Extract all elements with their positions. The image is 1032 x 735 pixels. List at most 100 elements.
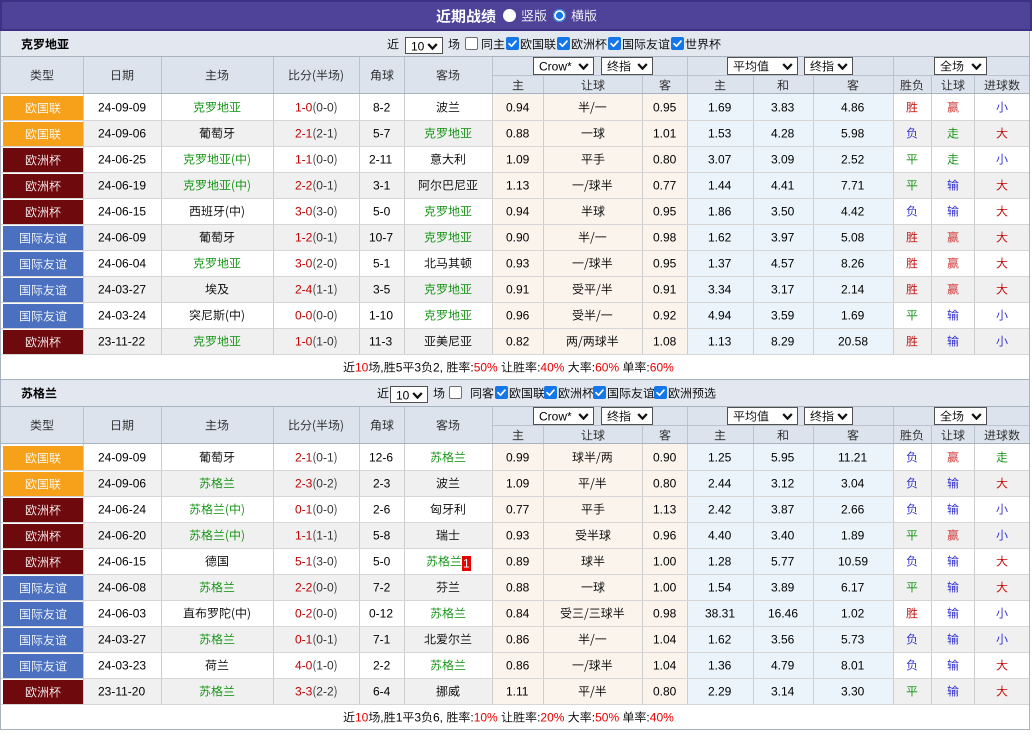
svg-text:0.88: 0.88 bbox=[506, 580, 530, 594]
svg-text:24-06-24: 24-06-24 bbox=[98, 502, 146, 516]
svg-text:6.17: 6.17 bbox=[841, 580, 865, 594]
svg-text:3.59: 3.59 bbox=[771, 308, 795, 322]
svg-text:5.08: 5.08 bbox=[841, 230, 865, 244]
svg-text:0.98: 0.98 bbox=[653, 230, 677, 244]
svg-text:3.17: 3.17 bbox=[771, 282, 795, 296]
svg-text:0.91: 0.91 bbox=[653, 282, 677, 296]
svg-text:0-1: 0-1 bbox=[316, 230, 334, 244]
svg-text:1-0: 1-0 bbox=[316, 334, 334, 348]
svg-text:1.01: 1.01 bbox=[653, 126, 677, 140]
svg-text:8.26: 8.26 bbox=[841, 256, 865, 270]
svg-text:10%: 10% bbox=[473, 710, 497, 724]
svg-text:40%: 40% bbox=[649, 710, 673, 724]
svg-text:24-06-15: 24-06-15 bbox=[98, 204, 146, 218]
svg-text:0.80: 0.80 bbox=[653, 152, 677, 166]
svg-text:1.09: 1.09 bbox=[506, 476, 530, 490]
svg-text:3-0: 3-0 bbox=[295, 204, 313, 218]
svg-text:0.99: 0.99 bbox=[506, 450, 530, 464]
svg-text:4.41: 4.41 bbox=[771, 178, 795, 192]
svg-text:1.28: 1.28 bbox=[708, 554, 732, 568]
svg-text:8-2: 8-2 bbox=[373, 100, 391, 114]
svg-text:3.04: 3.04 bbox=[841, 476, 865, 490]
svg-text:1.13: 1.13 bbox=[653, 502, 677, 516]
svg-text:1.86: 1.86 bbox=[708, 204, 732, 218]
svg-text:1.08: 1.08 bbox=[653, 334, 677, 348]
svg-text:8.01: 8.01 bbox=[841, 658, 865, 672]
svg-text:0.90: 0.90 bbox=[653, 450, 677, 464]
svg-text:1-1: 1-1 bbox=[295, 152, 313, 166]
svg-text:24-03-23: 24-03-23 bbox=[98, 658, 146, 672]
svg-text:1.11: 1.11 bbox=[506, 684, 529, 698]
svg-text:3-0: 3-0 bbox=[295, 256, 313, 270]
svg-text:0.95: 0.95 bbox=[653, 204, 677, 218]
svg-text:1.36: 1.36 bbox=[708, 658, 732, 672]
svg-text:0.77: 0.77 bbox=[506, 502, 530, 516]
svg-text:5.73: 5.73 bbox=[841, 632, 865, 646]
svg-text:0.89: 0.89 bbox=[506, 554, 530, 568]
svg-text:1.62: 1.62 bbox=[708, 632, 732, 646]
svg-text:5-0: 5-0 bbox=[373, 204, 391, 218]
svg-text:2-11: 2-11 bbox=[369, 152, 392, 166]
svg-text:0.91: 0.91 bbox=[506, 282, 530, 296]
svg-text:16.46: 16.46 bbox=[768, 606, 798, 620]
svg-text:11.21: 11.21 bbox=[838, 450, 867, 464]
svg-text:1.37: 1.37 bbox=[708, 256, 732, 270]
svg-text:1.00: 1.00 bbox=[653, 580, 677, 594]
svg-text:3.14: 3.14 bbox=[771, 684, 795, 698]
svg-text:24-06-04: 24-06-04 bbox=[98, 256, 146, 270]
svg-text:60%: 60% bbox=[649, 360, 673, 374]
svg-text:1.02: 1.02 bbox=[841, 606, 865, 620]
svg-text:5.98: 5.98 bbox=[841, 126, 865, 140]
svg-text:2-1: 2-1 bbox=[295, 450, 313, 464]
svg-text:3-0: 3-0 bbox=[316, 554, 334, 568]
svg-text:,: , bbox=[380, 710, 383, 724]
svg-text:1-10: 1-10 bbox=[369, 308, 393, 322]
svg-text:50%: 50% bbox=[595, 710, 619, 724]
svg-text:2-2: 2-2 bbox=[295, 580, 313, 594]
svg-text:3.97: 3.97 bbox=[771, 230, 795, 244]
svg-text:1-2: 1-2 bbox=[295, 230, 313, 244]
svg-text:60%: 60% bbox=[595, 360, 619, 374]
svg-text:3-0: 3-0 bbox=[316, 204, 334, 218]
svg-text:0.86: 0.86 bbox=[506, 658, 530, 672]
svg-text:5-0: 5-0 bbox=[373, 554, 391, 568]
svg-text:2.14: 2.14 bbox=[841, 282, 865, 296]
svg-text:5: 5 bbox=[395, 360, 402, 374]
svg-text:24-06-03: 24-06-03 bbox=[98, 606, 146, 620]
svg-text:24-06-25: 24-06-25 bbox=[98, 152, 146, 166]
svg-text:4.28: 4.28 bbox=[771, 126, 795, 140]
svg-text:1-0: 1-0 bbox=[295, 100, 313, 114]
svg-text:5.77: 5.77 bbox=[771, 554, 795, 568]
svg-text:5-7: 5-7 bbox=[373, 126, 391, 140]
svg-text:1.89: 1.89 bbox=[841, 528, 865, 542]
svg-text:0.92: 0.92 bbox=[653, 308, 677, 322]
svg-text:1.53: 1.53 bbox=[708, 126, 732, 140]
svg-text:0-1: 0-1 bbox=[316, 632, 334, 646]
svg-text:0.93: 0.93 bbox=[506, 528, 530, 542]
svg-text:2.52: 2.52 bbox=[841, 152, 865, 166]
svg-text:7-1: 7-1 bbox=[373, 632, 391, 646]
svg-text:1-1: 1-1 bbox=[316, 282, 334, 296]
svg-text:6-4: 6-4 bbox=[373, 684, 391, 698]
svg-text:0-0: 0-0 bbox=[316, 308, 334, 322]
svg-text:0-1: 0-1 bbox=[316, 450, 334, 464]
svg-text:3: 3 bbox=[414, 710, 421, 724]
svg-text:2-4: 2-4 bbox=[295, 282, 313, 296]
svg-text:0-0: 0-0 bbox=[316, 100, 334, 114]
svg-text:24-03-27: 24-03-27 bbox=[98, 632, 146, 646]
svg-text:0.84: 0.84 bbox=[506, 606, 530, 620]
svg-text:2.42: 2.42 bbox=[708, 502, 732, 516]
svg-text:2.44: 2.44 bbox=[708, 476, 732, 490]
svg-text:1.25: 1.25 bbox=[708, 450, 732, 464]
svg-text:3.56: 3.56 bbox=[771, 632, 795, 646]
svg-text:0.96: 0.96 bbox=[653, 528, 677, 542]
svg-text:3-5: 3-5 bbox=[373, 282, 391, 296]
svg-text:0.95: 0.95 bbox=[653, 100, 677, 114]
svg-text:24-06-08: 24-06-08 bbox=[98, 580, 146, 594]
svg-text:2-1: 2-1 bbox=[316, 126, 334, 140]
svg-text:4.94: 4.94 bbox=[708, 308, 732, 322]
svg-text:4.57: 4.57 bbox=[771, 256, 795, 270]
svg-text:24-03-27: 24-03-27 bbox=[98, 282, 146, 296]
svg-text:2-0: 2-0 bbox=[316, 256, 334, 270]
svg-text:1.13: 1.13 bbox=[708, 334, 732, 348]
